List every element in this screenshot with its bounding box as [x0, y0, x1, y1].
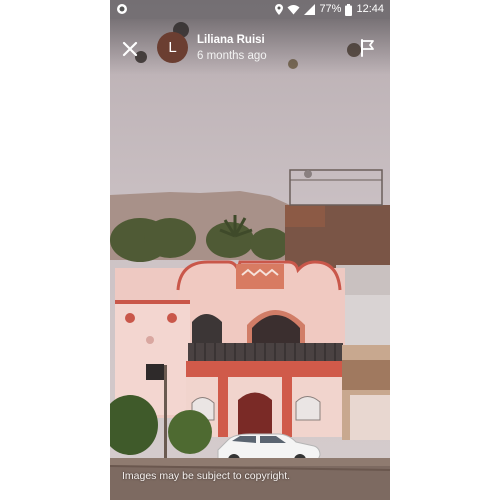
battery-icon [345, 3, 353, 16]
location-icon [275, 4, 284, 15]
street-view-photo[interactable] [110, 0, 390, 500]
posted-time: 6 months ago [197, 50, 267, 62]
photo-header: L Liliana Ruisi 6 months ago [110, 19, 390, 75]
phone-screen: 77% 12:44 L Liliana Ruisi 6 months ago I… [110, 0, 390, 500]
signal-icon [304, 4, 316, 15]
avatar-initial: L [168, 39, 177, 56]
contributor-name[interactable]: Liliana Ruisi [197, 34, 265, 46]
status-icons: 77% 12:44 [275, 3, 384, 16]
notification-icon [117, 4, 127, 14]
clock: 12:44 [356, 3, 384, 15]
close-icon[interactable] [120, 39, 140, 59]
avatar[interactable]: L [157, 32, 188, 63]
battery-percent: 77% [319, 3, 342, 15]
copyright-notice: Images may be subject to copyright. [122, 470, 291, 482]
flag-icon[interactable] [360, 39, 376, 57]
wifi-icon [287, 5, 300, 15]
status-bar: 77% 12:44 [110, 0, 390, 19]
